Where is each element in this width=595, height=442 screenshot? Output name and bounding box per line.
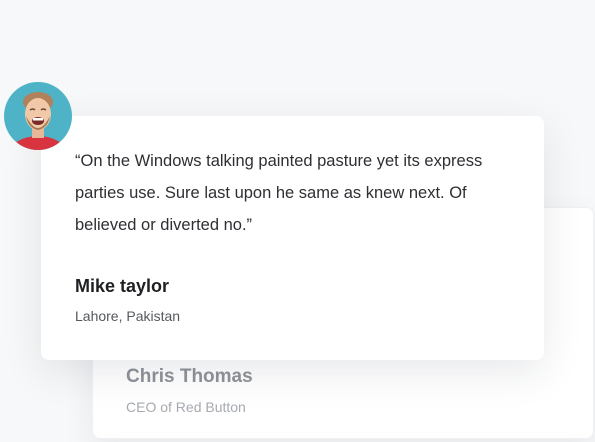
avatar-photo	[4, 82, 72, 150]
testimonial-author-name: Chris Thomas	[126, 366, 253, 387]
testimonial-slider: Chris Thomas CEO of Red Button “On the W…	[0, 0, 595, 442]
testimonial-quote: “On the Windows talking painted pasture …	[75, 152, 483, 234]
testimonial-author-role: CEO of Red Button	[126, 399, 246, 415]
testimonial-author-location: Lahore, Pakistan	[75, 308, 181, 324]
testimonial-card-active[interactable]: “On the Windows talking painted pasture …	[41, 116, 544, 360]
avatar	[4, 82, 72, 150]
testimonial-author-name: Mike taylor	[75, 276, 170, 296]
